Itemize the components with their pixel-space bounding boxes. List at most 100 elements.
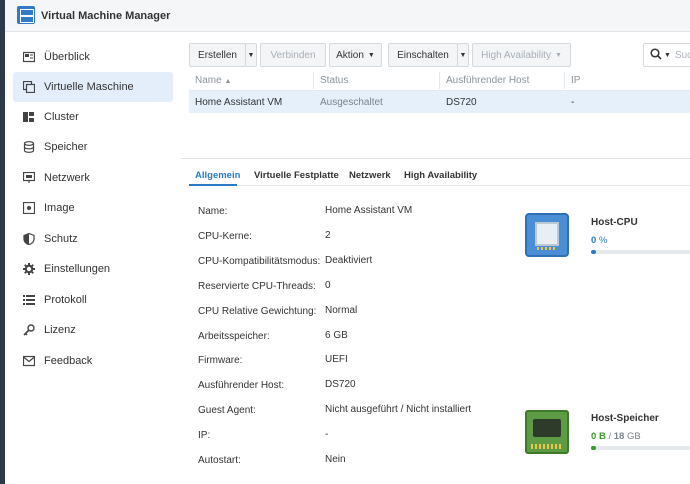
power-on-label: Einschalten	[397, 49, 449, 61]
column-header-name[interactable]: Name ▲	[195, 75, 231, 86]
create-dropdown-button[interactable]: ▼	[245, 43, 257, 67]
column-name-label: Name	[195, 75, 222, 86]
sidebar-item-label: Schutz	[44, 233, 78, 245]
property-value: 0	[325, 280, 331, 291]
property-label: Arbeitsspeicher:	[198, 331, 270, 342]
high-availability-label: High Availability	[481, 49, 551, 61]
sidebar-item-label: Feedback	[44, 355, 93, 367]
column-divider	[564, 72, 565, 89]
sidebar-item-settings[interactable]: Einstellungen	[13, 254, 173, 284]
network-icon	[23, 172, 35, 184]
cpu-icon	[525, 213, 569, 257]
sidebar-item-label: Cluster	[44, 111, 79, 123]
power-on-dropdown-button[interactable]: ▼	[457, 43, 469, 67]
chevron-down-icon: ▼	[554, 51, 562, 59]
host-memory-used: 0	[591, 431, 597, 442]
connect-label: Verbinden	[270, 49, 316, 61]
property-label: CPU-Kerne:	[198, 231, 252, 242]
gear-icon	[23, 263, 35, 275]
column-divider	[439, 72, 440, 89]
overview-icon	[23, 51, 35, 63]
sidebar-item-storage[interactable]: Speicher	[13, 132, 173, 162]
chevron-down-icon: ▼	[664, 51, 671, 59]
main-panel: Erstellen ▼ Verbinden Aktion ▼ Einschalte…	[181, 32, 690, 484]
host-cpu-usage: 0	[591, 235, 597, 246]
search-input[interactable]	[674, 49, 690, 61]
image-icon	[23, 202, 35, 214]
action-menu-button[interactable]: Aktion ▼	[329, 43, 382, 67]
app-logo-icon	[17, 6, 35, 24]
vm-table: Name ▲ Status Ausführender Host IP Home …	[189, 70, 690, 113]
host-cpu-bar-fill	[591, 250, 596, 254]
log-icon	[23, 294, 35, 306]
host-memory-used-unit: B	[598, 431, 606, 442]
sidebar-item-label: Protokoll	[44, 294, 87, 306]
storage-icon	[23, 141, 35, 153]
property-label: Name:	[198, 206, 228, 217]
detail-tabs: Allgemein Virtuelle Festplatte Netzwerk …	[189, 164, 690, 186]
host-memory-title: Host-Speicher	[591, 413, 659, 424]
vm-ip-cell: -	[571, 97, 575, 108]
host-cpu-title: Host-CPU	[591, 217, 638, 228]
sidebar-item-image[interactable]: Image	[13, 193, 173, 223]
property-value: -	[325, 429, 329, 440]
property-value: Home Assistant VM	[325, 205, 413, 216]
host-memory-total: 18	[613, 431, 625, 442]
sidebar-item-label: Netzwerk	[44, 172, 90, 184]
vm-status-cell: Ausgeschaltet	[320, 97, 383, 108]
key-icon	[23, 324, 35, 336]
power-on-button[interactable]: Einschalten	[388, 43, 458, 67]
table-row[interactable]: Home Assistant VM Ausgeschaltet DS720 -	[189, 91, 690, 113]
sidebar-item-label: Einstellungen	[44, 263, 111, 275]
connect-button[interactable]: Verbinden	[260, 43, 326, 67]
sidebar-item-feedback[interactable]: Feedback	[13, 346, 173, 376]
search-box[interactable]: ▼	[643, 43, 690, 67]
tab-virtual-disk[interactable]: Virtuelle Festplatte	[254, 170, 339, 181]
memory-icon	[525, 410, 569, 454]
active-tab-indicator	[189, 184, 237, 186]
property-value: DS720	[325, 379, 356, 390]
property-label: Ausführender Host:	[198, 380, 285, 391]
tab-network[interactable]: Netzwerk	[349, 170, 391, 181]
create-button[interactable]: Erstellen	[189, 43, 246, 67]
panel-splitter[interactable]	[181, 158, 690, 159]
sidebar-item-label: Überblick	[44, 51, 90, 63]
tab-general[interactable]: Allgemein	[195, 170, 240, 181]
property-label: IP:	[198, 430, 211, 441]
chevron-down-icon: ▼	[247, 51, 255, 59]
column-divider	[313, 72, 314, 89]
host-memory-total-unit: GB	[626, 431, 641, 442]
property-label: CPU-Kompatibilitätsmodus:	[198, 256, 321, 267]
host-memory-bar	[591, 446, 690, 450]
sidebar-item-virtual-machine[interactable]: Virtuelle Maschine	[13, 72, 173, 102]
tab-high-availability[interactable]: High Availability	[404, 170, 477, 181]
sidebar: Überblick Virtuelle Maschine Cluster Spe…	[5, 32, 181, 484]
sidebar-item-overview[interactable]: Überblick	[13, 42, 173, 72]
property-value: Deaktiviert	[325, 255, 373, 266]
sidebar-item-label: Image	[44, 202, 75, 214]
sidebar-item-label: Virtuelle Maschine	[44, 81, 134, 93]
high-availability-button[interactable]: High Availability ▼	[472, 43, 571, 67]
table-header: Name ▲ Status Ausführender Host IP	[189, 70, 690, 91]
host-memory-bar-fill	[591, 446, 596, 450]
sidebar-item-log[interactable]: Protokoll	[13, 285, 173, 315]
cluster-icon	[23, 111, 35, 123]
action-label: Aktion	[336, 49, 364, 61]
search-icon	[650, 47, 662, 63]
cpu-pins	[537, 247, 557, 250]
memory-chip	[533, 419, 561, 437]
sidebar-item-cluster[interactable]: Cluster	[13, 102, 173, 132]
sort-ascending-icon: ▲	[224, 78, 232, 85]
column-header-status[interactable]: Status	[320, 75, 348, 86]
column-header-ip[interactable]: IP	[571, 75, 580, 86]
sidebar-item-protection[interactable]: Schutz	[13, 224, 173, 254]
vm-host-cell: DS720	[446, 97, 477, 108]
sidebar-item-network[interactable]: Netzwerk	[13, 163, 173, 193]
property-value: Nein	[325, 454, 346, 465]
column-header-host[interactable]: Ausführender Host	[446, 75, 529, 86]
sidebar-item-license[interactable]: Lizenz	[13, 315, 173, 345]
vm-name-cell: Home Assistant VM	[195, 97, 283, 108]
host-memory-value: 0 B / 18 GB	[591, 431, 641, 442]
host-cpu-unit: %	[598, 235, 608, 246]
host-cpu-value: 0 %	[591, 235, 607, 246]
